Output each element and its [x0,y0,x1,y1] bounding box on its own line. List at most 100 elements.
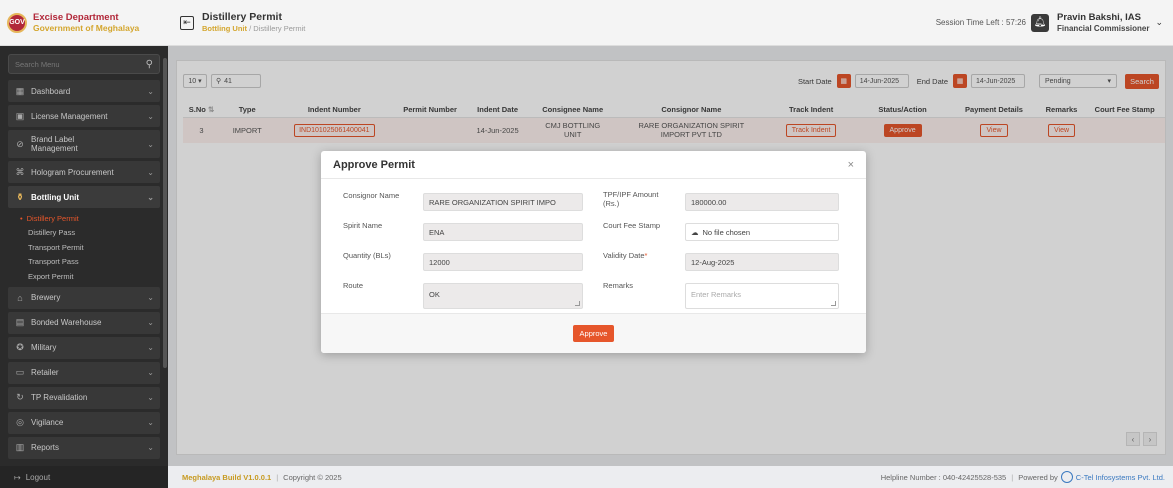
validity-label-text: Validity Date [603,251,645,260]
route-textarea[interactable]: OK [423,283,583,309]
sidebar-item-hologram[interactable]: ⌘ Hologram Procurement ⌄ [8,161,160,183]
sidebar-item-label: Brand Label Management [31,135,78,153]
chevron-down-icon: ⌄ [147,418,154,427]
modal-title: Approve Permit [333,158,415,171]
sidebar-scrollbar[interactable] [163,58,167,368]
upload-cloud-icon: ☁ [691,227,699,237]
submenu-transport-permit[interactable]: Transport Permit [8,240,160,255]
chevron-down-icon: ⌄ [147,167,154,177]
sidebar-item-label: Military [31,343,57,352]
submenu-distillery-pass[interactable]: Distillery Pass [8,226,160,241]
brand-subtitle: Government of Meghalaya [33,22,140,33]
chevron-down-icon: ⌄ [147,393,154,402]
court-fee-stamp-label: Court Fee Stamp [603,221,661,230]
sidebar-item-bottling-unit[interactable]: ⚱ Bottling Unit ⌄ [8,186,160,208]
remarks-textarea[interactable]: Enter Remarks [685,283,839,309]
remarks-placeholder: Enter Remarks [691,290,742,299]
chevron-down-icon: ⌄ [147,343,154,352]
chevron-down-icon: ⌄ [147,443,154,452]
menu-search-placeholder: Search Menu [15,59,60,69]
sidebar-item-dashboard[interactable]: ▦ Dashboard ⌄ [8,80,160,102]
required-marker: * [644,251,648,260]
chevron-down-icon: ⌄ [147,368,154,377]
page-title: Distillery Permit [202,10,282,23]
logout-button[interactable]: ↦ Logout [0,466,168,488]
copyright: Copyright © 2025 [283,472,342,482]
court-fee-file-input[interactable]: ☁ No file chosen [685,223,839,241]
footer: Meghalaya Build V1.0.0.1 | Copyright © 2… [168,466,1173,488]
close-icon[interactable]: × [848,159,854,171]
logout-label: Logout [25,472,51,482]
company-name[interactable]: C-Tel Infosystems Pvt. Ltd. [1076,473,1165,482]
search-icon: ⚲ [145,58,153,70]
chevron-down-icon: ⌄ [147,192,154,202]
route-value: OK [429,290,440,299]
sidebar-item-label: Dashboard [31,86,71,96]
sidebar-item-brand-label[interactable]: ⊘ Brand Label Management ⌄ [8,130,160,158]
logout-icon: ↦ [14,472,21,482]
breadcrumb-current: Distillery Permit [253,23,306,33]
sidebar-item-vigilance[interactable]: ◎ Vigilance ⌄ [8,411,160,434]
approve-button[interactable]: Approve [572,325,615,342]
resize-handle-icon[interactable] [575,301,580,306]
footer-separator: | [1011,472,1014,482]
user-name: Pravin Bakshi, IAS [1056,11,1141,23]
menu-toggle-icon[interactable]: ⇤ [180,15,194,30]
reports-icon: ▥ [15,442,25,452]
sidebar-item-military[interactable]: ✪ Military ⌄ [8,336,160,359]
vigilance-icon: ◎ [16,417,24,427]
notification-bell-icon[interactable]: 🔔︎ [1030,13,1049,32]
submenu-transport-pass[interactable]: Transport Pass [8,255,160,270]
chevron-down-icon: ⌄ [147,139,154,149]
sidebar-item-bonded-warehouse[interactable]: ▤ Bonded Warehouse ⌄ [8,311,160,334]
sidebar-item-label: License Management [31,111,108,121]
submenu-export-permit[interactable]: Export Permit [8,269,160,284]
brewery-icon: ⌂ [17,292,23,303]
top-header: ⇤ Distillery Permit Bottling Unit / Dist… [168,0,1173,46]
warehouse-icon: ▤ [15,317,25,327]
build-version: Meghalaya Build V1.0.0.1 [182,472,272,482]
tpf-amount-field[interactable]: 180000.00 [685,193,839,211]
breadcrumb-link[interactable]: Bottling Unit [202,24,247,33]
tpf-amount-label: TPF/IPF Amount (Rs.) [603,190,658,208]
sidebar-item-retailer[interactable]: ▭ Retailer ⌄ [8,361,160,384]
sidebar-item-tp-revalidation[interactable]: ↻ TP Revalidation ⌄ [8,386,160,409]
sidebar-item-label: TP Revalidation [31,393,88,402]
user-menu[interactable]: Pravin Bakshi, IAS Financial Commissione… [1057,12,1149,34]
breadcrumb-separator: / [249,23,252,33]
modal-footer: Approve [321,313,866,353]
tpf-label-line-2: (Rs.) [603,199,620,208]
validity-date-field[interactable]: 12-Aug-2025 [685,253,839,271]
sidebar-item-label: Bottling Unit [31,192,79,202]
approve-permit-modal: Approve Permit × Consignor Name RARE ORG… [321,151,866,353]
chevron-down-icon[interactable]: ⌄ [1155,17,1163,28]
sidebar-item-reports[interactable]: ▥ Reports ⌄ [8,436,160,459]
sidebar-item-license-management[interactable]: ▣ License Management ⌄ [8,105,160,127]
company-logo-icon [1060,471,1073,483]
sidebar-item-label: Reports [31,443,60,452]
hologram-icon: ⌘ [15,166,25,177]
file-input-status: No file chosen [702,227,751,237]
consignor-name-field[interactable]: RARE ORGANIZATION SPIRIT IMPO [423,193,583,211]
session-timer: Session Time Left : 57:26 [935,18,1026,27]
tpf-label-line-1: TPF/IPF Amount [603,190,659,199]
route-label: Route [343,281,364,290]
sidebar-item-label: Vigilance [31,418,64,427]
sidebar-item-brewery[interactable]: ⌂ Brewery ⌄ [8,286,160,309]
consignor-name-label: Consignor Name [343,191,400,200]
chevron-down-icon: ⌄ [147,111,154,121]
menu-search-input[interactable]: Search Menu ⚲ [8,54,160,74]
sidebar: GOV Excise Department Government of Megh… [0,0,168,488]
quantity-field[interactable]: 12000 [423,253,583,271]
dashboard-icon: ▦ [15,85,25,96]
submenu-distillery-permit[interactable]: Distillery Permit [8,211,160,226]
spirit-name-field[interactable]: ENA [423,223,583,241]
license-icon: ▣ [15,110,25,121]
bottling-submenu: Distillery Permit Distillery Pass Transp… [8,211,160,284]
resize-handle-icon[interactable] [831,301,836,306]
modal-header: Approve Permit × [321,151,866,179]
refresh-icon: ↻ [16,392,24,402]
validity-date-label: Validity Date* [603,251,647,260]
retailer-icon: ▭ [15,367,25,377]
modal-body: Consignor Name RARE ORGANIZATION SPIRIT … [321,179,866,313]
